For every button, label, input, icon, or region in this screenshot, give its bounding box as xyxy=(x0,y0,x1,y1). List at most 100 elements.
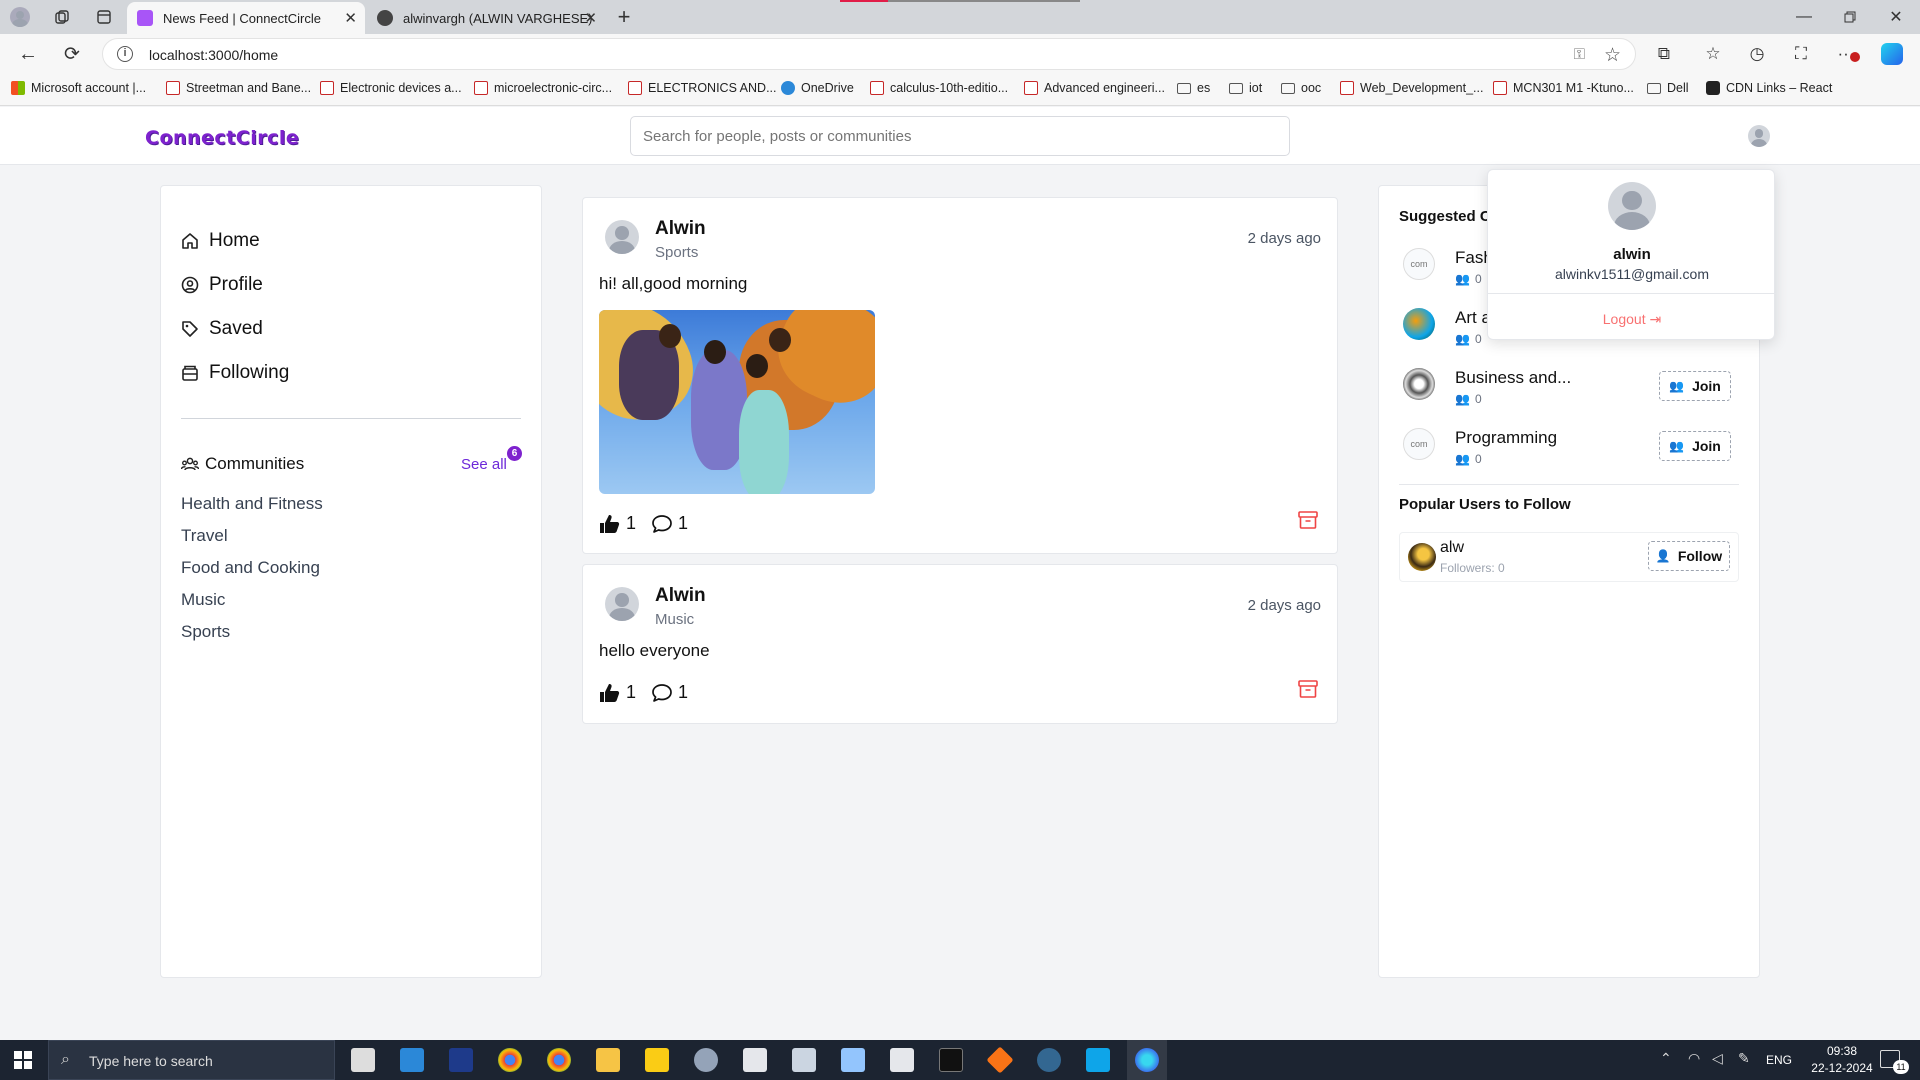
search-input[interactable] xyxy=(630,116,1290,156)
favorites-icon[interactable]: ☆ xyxy=(1699,40,1727,68)
bookmark-item[interactable]: ELECTRONICS AND... xyxy=(628,81,777,95)
bookmark-item[interactable]: microelectronic-circ... xyxy=(474,81,612,95)
community-link[interactable]: Travel xyxy=(181,526,228,546)
close-window-icon[interactable]: ✕ xyxy=(1882,3,1910,31)
nav-profile[interactable]: Profile xyxy=(181,274,263,296)
dropdown-email: alwinkv1511@gmail.com xyxy=(1554,266,1709,282)
back-icon[interactable]: ← xyxy=(14,40,42,68)
word-app-icon[interactable] xyxy=(449,1048,473,1072)
community-link[interactable]: Sports xyxy=(181,622,230,642)
restore-icon[interactable] xyxy=(1836,3,1864,31)
nav-following[interactable]: Following xyxy=(181,362,289,384)
nav-home[interactable]: Home xyxy=(181,230,260,252)
favorite-star-icon[interactable]: ☆ xyxy=(1604,44,1621,67)
comment-button[interactable]: 1 xyxy=(651,513,688,534)
nav-saved[interactable]: Saved xyxy=(181,318,263,340)
close-tab-icon[interactable]: ✕ xyxy=(584,9,597,27)
windows-start-icon[interactable] xyxy=(14,1051,32,1069)
language-indicator[interactable]: ENG xyxy=(1766,1053,1792,1067)
minimize-icon[interactable]: — xyxy=(1790,3,1818,31)
archive-button[interactable] xyxy=(1297,509,1319,531)
site-info-icon[interactable]: i xyxy=(117,46,133,62)
copilot-icon[interactable] xyxy=(1878,40,1906,68)
post-community[interactable]: Music xyxy=(655,611,694,628)
see-all-link[interactable]: See all xyxy=(461,456,507,473)
app-icon[interactable] xyxy=(841,1048,865,1072)
popular-user-name[interactable]: alw xyxy=(1440,539,1464,557)
mail-icon[interactable] xyxy=(351,1048,375,1072)
wifi-icon[interactable]: ◠ xyxy=(1688,1050,1700,1067)
address-bar[interactable]: i localhost:3000/home ⚿ ☆ xyxy=(102,38,1636,70)
postgres-icon[interactable] xyxy=(1037,1048,1061,1072)
screenshot-icon[interactable]: ⛶ xyxy=(1787,40,1815,68)
tab-github[interactable]: alwinvargh (ALWIN VARGHESE) ✕ xyxy=(367,2,605,34)
bookmark-item[interactable]: calculus-10th-editio... xyxy=(870,81,1008,95)
extensions-icon[interactable]: ⧉ xyxy=(1650,40,1678,68)
sticky-notes-icon[interactable] xyxy=(645,1048,669,1072)
vscode-icon[interactable] xyxy=(1086,1048,1110,1072)
bookmark-item[interactable]: Dell xyxy=(1647,81,1689,95)
join-button[interactable]: 👥 Join xyxy=(1659,431,1731,461)
calculator-icon[interactable] xyxy=(792,1048,816,1072)
post-community[interactable]: Sports xyxy=(655,244,698,261)
bookmark-item[interactable]: ooc xyxy=(1281,81,1321,95)
chrome-icon[interactable] xyxy=(498,1048,522,1072)
community-link[interactable]: Health and Fitness xyxy=(181,494,323,514)
app-icon[interactable] xyxy=(694,1048,718,1072)
photos-icon[interactable] xyxy=(743,1048,767,1072)
community-link[interactable]: Food and Cooking xyxy=(181,558,320,578)
file-explorer-icon[interactable] xyxy=(596,1048,620,1072)
clock-date[interactable]: 22-12-2024 xyxy=(1802,1061,1882,1075)
bookmark-item[interactable]: Advanced engineeri... xyxy=(1024,81,1165,95)
suggested-name[interactable]: Programming xyxy=(1455,428,1557,448)
like-button[interactable]: 1 xyxy=(599,513,636,534)
bookmark-item[interactable]: iot xyxy=(1229,81,1262,95)
author-avatar-icon[interactable] xyxy=(605,587,639,621)
bookmark-item[interactable]: CDN Links – React xyxy=(1706,81,1832,95)
bookmark-item[interactable]: OneDrive xyxy=(781,81,854,95)
post-author[interactable]: Alwin xyxy=(655,218,706,240)
bookmark-item[interactable]: MCN301 M1 -Ktuno... xyxy=(1493,81,1634,95)
volume-icon[interactable]: ◁ xyxy=(1712,1050,1723,1067)
chrome-profile-icon[interactable] xyxy=(547,1048,571,1072)
post-author[interactable]: Alwin xyxy=(655,585,706,607)
pen-icon[interactable]: ✎ xyxy=(1738,1050,1750,1067)
user-avatar[interactable] xyxy=(1408,543,1436,571)
logout-button[interactable]: Logout ⇥ xyxy=(1488,311,1776,328)
bookmark-item[interactable]: Web_Development_... xyxy=(1340,81,1483,95)
app-logo[interactable]: ConnectCircle xyxy=(145,127,299,149)
bookmark-item[interactable]: Streetman and Bane... xyxy=(166,81,311,95)
community-link[interactable]: Music xyxy=(181,590,225,610)
bookmark-item[interactable]: Electronic devices a... xyxy=(320,81,462,95)
taskbar-search[interactable]: ⌕ Type here to search xyxy=(48,1040,335,1080)
suggested-name[interactable]: Business and... xyxy=(1455,368,1571,388)
post-image[interactable] xyxy=(599,310,875,494)
suggested-name[interactable]: Art a xyxy=(1455,308,1491,328)
user-avatar-icon[interactable] xyxy=(1748,125,1770,147)
bookmark-item[interactable]: es xyxy=(1177,81,1210,95)
chevron-up-icon[interactable]: ⌃ xyxy=(1660,1050,1672,1067)
tab-actions-icon[interactable] xyxy=(90,3,118,31)
close-tab-icon[interactable]: ✕ xyxy=(344,9,357,27)
like-button[interactable]: 1 xyxy=(599,682,636,703)
workspaces-icon[interactable] xyxy=(48,3,76,31)
join-button[interactable]: 👥 Join xyxy=(1659,371,1731,401)
follow-button[interactable]: 👤 Follow xyxy=(1648,541,1730,571)
taskbar-search-text: Type here to search xyxy=(89,1053,213,1069)
tab-news-feed[interactable]: News Feed | ConnectCircle ✕ xyxy=(127,2,365,34)
key-icon[interactable]: ⚿ xyxy=(1574,46,1585,63)
comment-button[interactable]: 1 xyxy=(651,682,688,703)
author-avatar-icon[interactable] xyxy=(605,220,639,254)
new-tab-icon[interactable]: + xyxy=(610,3,638,31)
git-icon[interactable] xyxy=(986,1046,1014,1074)
clock-time[interactable]: 09:38 xyxy=(1812,1044,1872,1058)
store-icon[interactable] xyxy=(400,1048,424,1072)
terminal-icon[interactable] xyxy=(939,1048,963,1072)
profile-icon[interactable] xyxy=(6,3,34,31)
refresh-icon[interactable]: ⟳ xyxy=(58,40,86,68)
history-icon[interactable]: ◷ xyxy=(1743,40,1771,68)
archive-button[interactable] xyxy=(1297,678,1319,700)
pdf-icon xyxy=(1024,81,1038,95)
document-icon[interactable] xyxy=(890,1048,914,1072)
bookmark-item[interactable]: Microsoft account |... xyxy=(11,81,146,95)
